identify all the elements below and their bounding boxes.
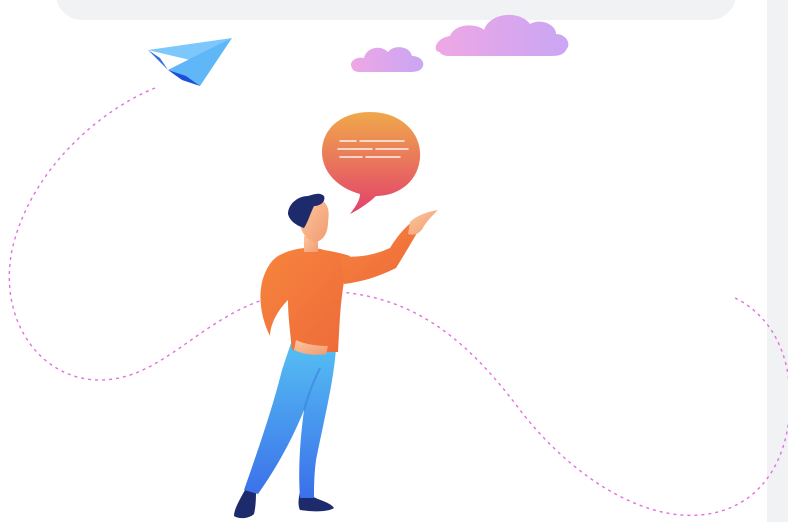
speech-bubble-icon	[322, 112, 421, 214]
cloud-icon	[350, 47, 424, 72]
hero-illustration	[8, 14, 788, 519]
person-pointing-icon	[234, 193, 438, 519]
page	[0, 0, 788, 522]
paper-plane-icon	[148, 38, 232, 86]
cloud-icon	[435, 14, 569, 56]
